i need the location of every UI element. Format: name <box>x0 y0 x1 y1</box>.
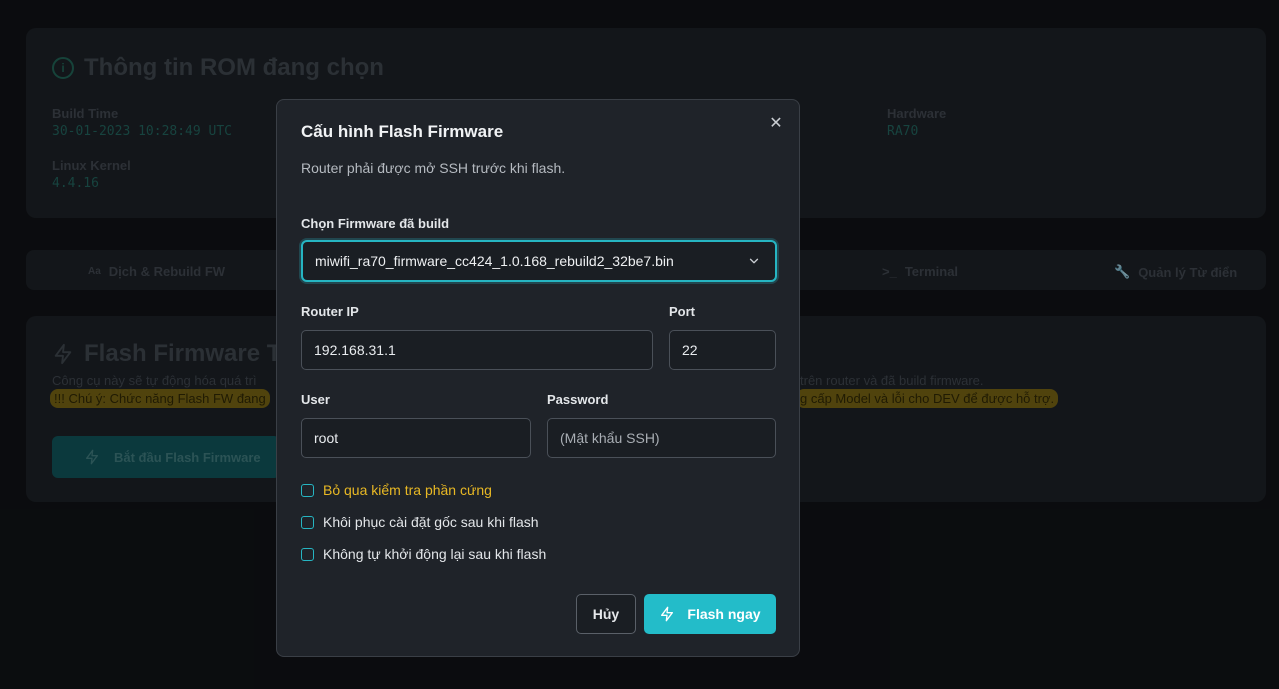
checkbox[interactable] <box>301 547 314 561</box>
firmware-label: Chọn Firmware đã build <box>301 216 450 231</box>
checkbox[interactable] <box>301 515 314 529</box>
password-label: Password <box>547 392 609 407</box>
port-input[interactable]: 22 <box>669 330 776 370</box>
password-input[interactable]: (Mật khẩu SSH) <box>547 418 776 458</box>
option-skip-hardware-check[interactable]: Bỏ qua kiểm tra phần cứng <box>301 482 492 498</box>
flash-config-dialog: Cấu hình Flash Firmware ✕ Router phải đư… <box>276 99 800 657</box>
user-input[interactable]: root <box>301 418 531 458</box>
option-factory-reset[interactable]: Khôi phục cài đặt gốc sau khi flash <box>301 514 539 530</box>
firmware-select[interactable]: miwifi_ra70_firmware_cc424_1.0.168_rebui… <box>301 240 777 282</box>
close-icon[interactable]: ✕ <box>768 116 784 132</box>
checkbox[interactable] <box>301 483 314 497</box>
chevron-down-icon <box>749 258 759 264</box>
lightning-icon <box>661 606 674 622</box>
option-no-reboot[interactable]: Không tự khởi động lại sau khi flash <box>301 546 546 562</box>
router-ip-input[interactable]: 192.168.31.1 <box>301 330 653 370</box>
router-ip-label: Router IP <box>301 304 359 319</box>
cancel-button[interactable]: Hủy <box>576 594 636 634</box>
firmware-selected-value: miwifi_ra70_firmware_cc424_1.0.168_rebui… <box>315 253 674 269</box>
dialog-title: Cấu hình Flash Firmware <box>301 122 504 141</box>
dialog-subtitle: Router phải được mở SSH trước khi flash. <box>301 160 566 176</box>
user-label: User <box>301 392 330 407</box>
flash-now-button[interactable]: Flash ngay <box>644 594 776 634</box>
port-label: Port <box>669 304 695 319</box>
